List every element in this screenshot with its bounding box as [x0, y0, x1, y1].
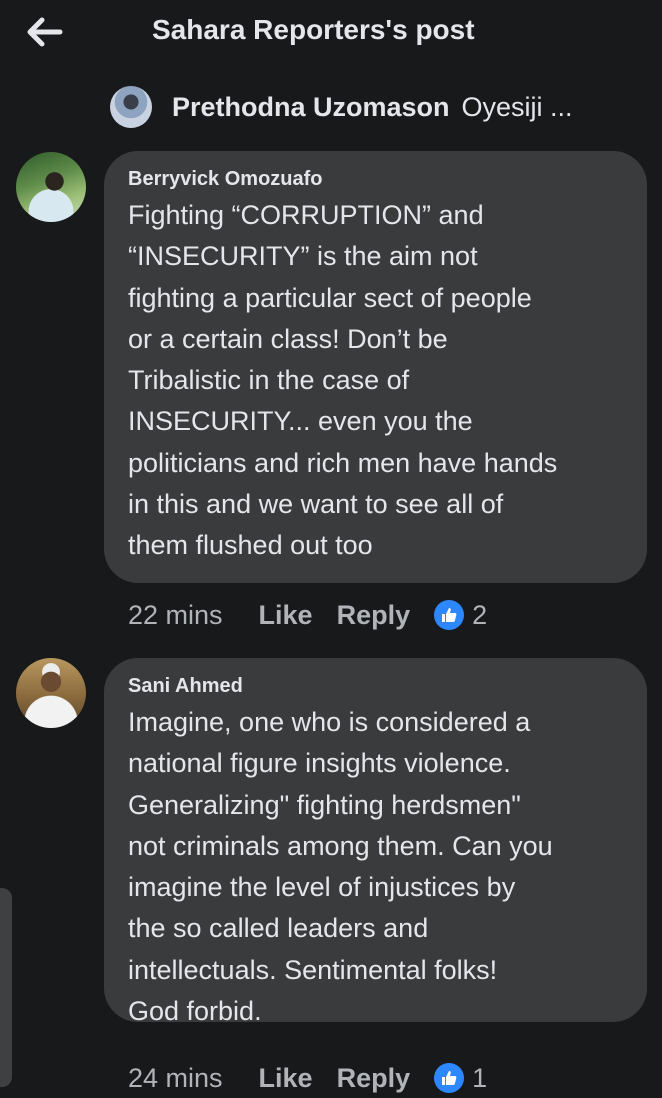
thumbs-up-icon[interactable] — [434, 1063, 465, 1093]
page-title: Sahara Reporters's post — [152, 14, 475, 45]
edge-handle[interactable] — [0, 888, 12, 1087]
reaction-count[interactable]: 2 — [472, 600, 487, 631]
thumbs-up-icon[interactable] — [434, 600, 465, 630]
like-button[interactable]: Like — [259, 1063, 313, 1094]
arrow-left-icon — [27, 17, 63, 47]
reaction-count[interactable]: 1 — [472, 1063, 487, 1094]
comment-author[interactable]: Sani Ahmed — [128, 672, 623, 700]
comment-bubble[interactable]: Berryvick Omozuafo Fighting “CORRUPTION”… — [104, 151, 647, 583]
comment-actions: 22 mins Like Reply 2 — [128, 595, 487, 635]
comment-timestamp[interactable]: 22 mins — [128, 600, 223, 631]
reply-button[interactable]: Reply — [337, 600, 411, 631]
comment-text: Fighting “CORRUPTION” and “INSECURITY” i… — [128, 200, 558, 561]
reply-context-name[interactable]: Prethodna Uzomason — [172, 92, 450, 123]
comment-author[interactable]: Berryvick Omozuafo — [128, 165, 623, 193]
avatar[interactable] — [110, 86, 152, 128]
commenter-avatar[interactable] — [16, 152, 86, 222]
comment-timestamp[interactable]: 24 mins — [128, 1063, 223, 1094]
reply-button[interactable]: Reply — [337, 1063, 411, 1094]
commenter-avatar[interactable] — [16, 658, 86, 728]
comment-actions: 24 mins Like Reply 1 — [128, 1058, 487, 1098]
reply-context-extra: Oyesiji ... — [461, 91, 573, 122]
top-bar: Sahara Reporters's post — [0, 0, 662, 70]
like-button[interactable]: Like — [259, 600, 313, 631]
comment-bubble[interactable]: Sani Ahmed Imagine, one who is considere… — [104, 658, 647, 1026]
reply-context[interactable]: Prethodna Uzomason Oyesiji ... — [110, 84, 573, 130]
back-button[interactable] — [22, 12, 66, 52]
comment-text: Imagine, one who is considered a nationa… — [128, 707, 553, 1027]
